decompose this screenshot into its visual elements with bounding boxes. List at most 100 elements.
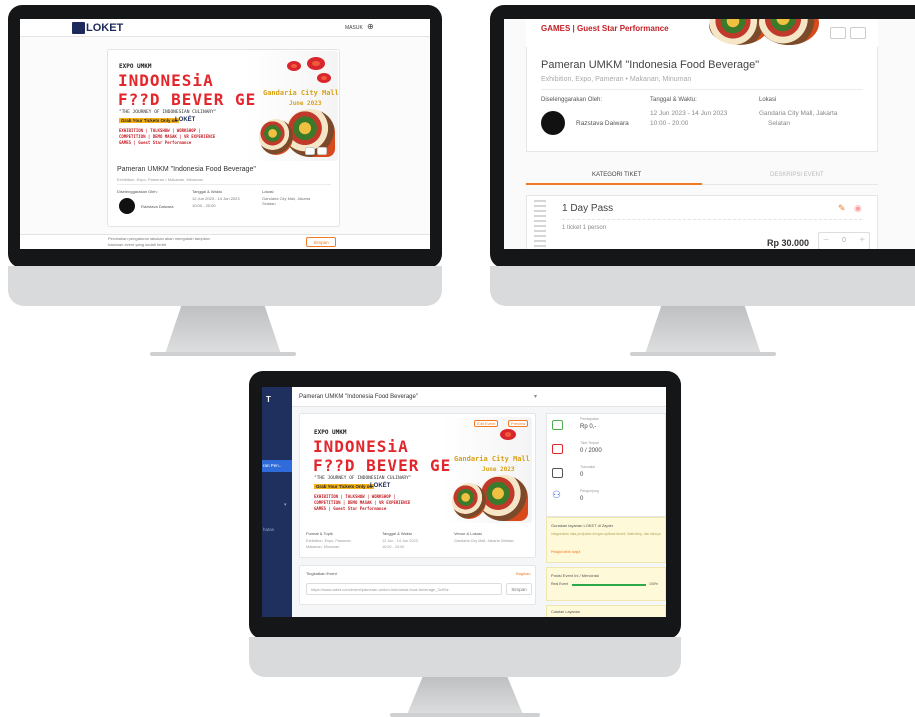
notes-title: Catatan Layanan — [551, 610, 580, 614]
monitor-chin — [8, 266, 442, 306]
event-title[interactable]: Pameran UMKM "Indonesia Food Beverage" — [117, 166, 256, 173]
share-link-label: Tingkatkan Event — [306, 571, 337, 576]
ticket-icon — [552, 444, 563, 454]
progress-title: Posisi Event Ini / Mencintai — [551, 573, 599, 578]
location-value: Gandaria City Mall, Jakarta Selatan — [262, 196, 311, 206]
ticket-stub — [534, 200, 546, 249]
venue-value: Gandaria City Mall, Jakarta Selatan — [454, 539, 514, 543]
tab-ticket-category[interactable]: KATEGORI TIKET — [592, 172, 641, 178]
delete-banner-button[interactable] — [850, 27, 866, 39]
banner-expo: EXPO UMKM — [119, 63, 152, 70]
date-range: 12 Jun 2023 - 14 Jun 2023 — [192, 196, 240, 201]
stat-label: Pendapatan — [580, 417, 599, 421]
loket-logo[interactable]: LOKET — [86, 22, 123, 34]
banner-grab: Grab Your Tickets Only on — [314, 484, 375, 489]
banner-food: F??D BEVER GE — [118, 90, 257, 109]
loket-logo-icon — [72, 22, 85, 34]
divider — [562, 219, 862, 220]
banner-expo: EXPO UMKM — [314, 429, 347, 436]
event-selector[interactable]: Pameran UMKM "Indonesia Food Beverage" — [299, 394, 418, 400]
stat-value: 0 / 2000 — [580, 448, 602, 454]
banner-line: GAMES | Guest Star Performance — [541, 24, 669, 33]
sidebar-item[interactable]: hatan — [263, 527, 274, 532]
monitor-screen: T ran Pen.. ▾ hatan Pameran UMKM "Indone… — [262, 387, 666, 617]
stats-panel — [546, 413, 666, 517]
venue-label: Venue & Lokasi — [454, 531, 482, 536]
tab-event-description[interactable]: DESKRIPSI EVENT — [770, 172, 824, 178]
copy-link-button[interactable]: Simpan — [506, 583, 532, 595]
chevron-down-icon[interactable]: ▾ — [534, 393, 537, 400]
promo-link[interactable]: Pelajari lebih lanjut — [551, 550, 580, 554]
chevron-down-icon[interactable]: ▾ — [284, 502, 287, 508]
banner-venue: Gandaria City Mall — [454, 455, 530, 463]
user-icon[interactable]: ⊕ — [367, 22, 374, 31]
progress-value: 100% — [649, 582, 658, 586]
save-button[interactable]: Simpan — [306, 237, 336, 247]
lantern-decor — [500, 429, 516, 440]
monitor-stand — [406, 677, 524, 717]
progress-track — [572, 584, 646, 586]
visibility-icon[interactable]: ◉ — [854, 203, 862, 214]
event-banner: EXPO UMKM INDONESiA F??D BEVER GE "THE J… — [304, 417, 532, 523]
food-image — [259, 119, 293, 155]
datetime-label: Tanggal & Waktu: — [650, 97, 697, 103]
divider — [117, 184, 331, 185]
edit-banner-button[interactable] — [305, 147, 315, 155]
stat-label: Transaksi — [580, 465, 596, 469]
topic-value: Makanan, Minuman — [306, 545, 340, 549]
organizer-avatar — [541, 111, 565, 135]
monitor-screen: LOKET MASUK ⊕ EXPO UMKM INDONESiA F??D B… — [20, 19, 430, 249]
login-link[interactable]: MASUK — [345, 25, 363, 31]
banner-venue: Gandaria City Mall — [263, 89, 338, 97]
stat-value: 0 — [580, 472, 584, 478]
divider — [541, 89, 863, 90]
share-link-input[interactable]: https://www.loket.com/event/pameran-umkm… — [306, 583, 502, 595]
visitors-icon: ⚇ — [552, 490, 561, 501]
quantity-value[interactable]: 0 — [836, 232, 852, 249]
banner-loket: LOKÉT — [175, 117, 196, 123]
share-link-action[interactable]: Bagikan — [516, 571, 530, 576]
banner-food: F??D BEVER GE — [313, 456, 452, 475]
decrease-button[interactable]: − — [818, 232, 834, 249]
sidebar — [262, 387, 292, 617]
delete-banner-button[interactable] — [317, 147, 327, 155]
preview-button[interactable]: Preview — [508, 420, 529, 427]
time-value: 10:00 - 20:00 — [382, 545, 405, 549]
increase-button[interactable]: + — [854, 232, 870, 249]
lantern-decor — [307, 57, 325, 70]
promo-body: Integrasikan data penjualan dengan aplik… — [551, 532, 661, 536]
event-title[interactable]: Pameran UMKM "Indonesia Food Beverage" — [541, 59, 759, 71]
food-image — [452, 483, 486, 519]
monitor-foot — [150, 352, 296, 356]
banner-date: June 2023 — [482, 466, 515, 473]
banner-line: COMPETITION | DEMO MASAK | VR EXPERIENCE — [119, 134, 216, 139]
tab-active-indicator — [526, 183, 702, 185]
edit-ticket-icon[interactable]: ✎ — [838, 203, 846, 214]
banner-indonesia: INDONESiA — [313, 437, 409, 456]
datetime-label: Tanggal & Waktu — [192, 189, 223, 194]
banner-tagline: "THE JOURNEY OF INDONESIAN CULINARY" — [119, 110, 217, 115]
banner-tagline: "THE JOURNEY OF INDONESIAN CULINARY" — [314, 476, 412, 481]
banner-indonesia: INDONESiA — [118, 71, 214, 90]
banner-loket: LOKÉT — [370, 483, 391, 489]
time-range: 10:00 - 20:00 — [650, 120, 689, 127]
organizer-name: Razstava Daiwara — [141, 204, 174, 209]
date-value: 12 Jun - 14 Jun 2023 — [382, 539, 418, 543]
monitor-foot — [390, 713, 540, 717]
banner-line: GAMES | Guest Star Performance — [314, 506, 387, 511]
edit-event-button[interactable]: Edit Event — [474, 420, 499, 427]
date-range: 12 Jun 2023 - 14 Jun 2023 — [650, 110, 728, 117]
banner-date: June 2023 — [289, 100, 322, 107]
ticket-name: 1 Day Pass — [562, 203, 614, 214]
banner-line: EXHIBITION | TALKSHOW | WORKSHOP | — [119, 128, 201, 133]
organizer-name: Razstava Daiwara — [576, 120, 629, 127]
date-label: Tanggal & Waktu — [382, 531, 413, 536]
sidebar-logo[interactable]: T — [266, 395, 271, 404]
edit-banner-button[interactable] — [830, 27, 846, 39]
banner-grab: Grab Your Tickets Only on — [119, 118, 180, 123]
monitor-chin — [490, 266, 915, 306]
sidebar-item-event[interactable]: ran Pen.. — [263, 463, 281, 468]
organizer-avatar — [119, 198, 135, 214]
banner-line: EXHIBITION | TALKSHOW | WORKSHOP | — [314, 494, 396, 499]
lantern-decor — [317, 73, 331, 83]
